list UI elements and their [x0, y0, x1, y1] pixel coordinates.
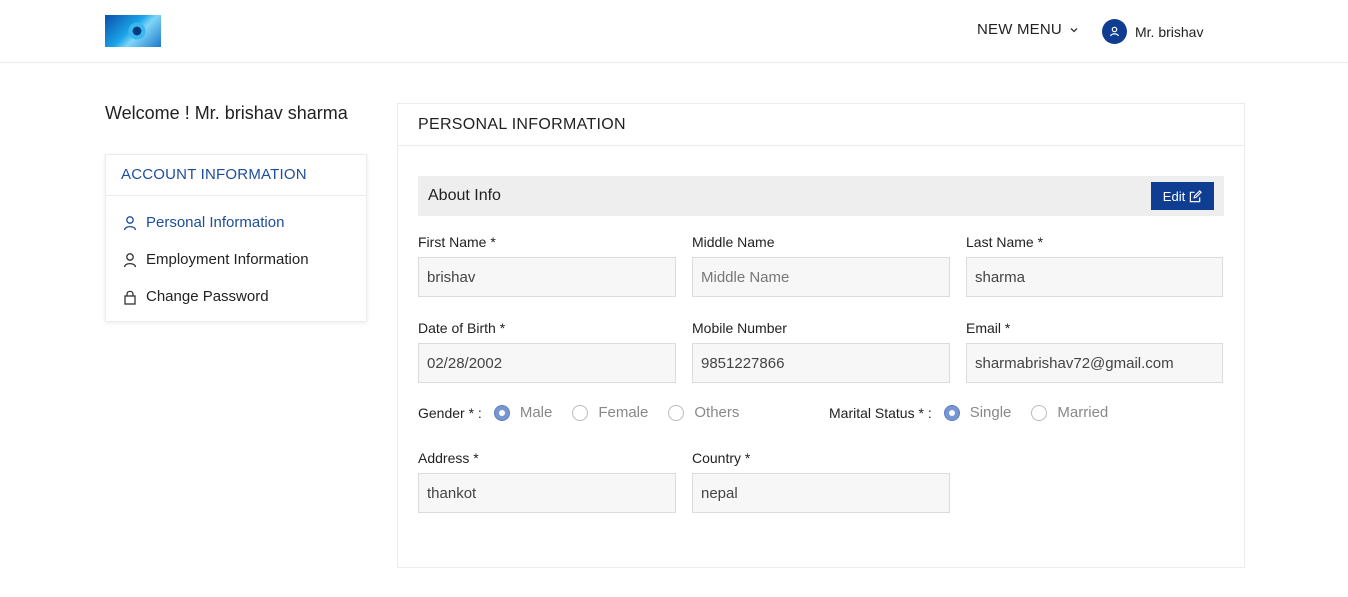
marital-option-label: Single: [969, 404, 1012, 421]
eye-logo[interactable]: [105, 15, 161, 47]
sidebar-item-employment-information[interactable]: Employment Information: [106, 241, 366, 278]
dob-field[interactable]: [418, 343, 676, 383]
avatar: [1102, 19, 1127, 44]
mobile-label: Mobile Number: [692, 320, 787, 336]
marital-status-group: Marital Status * : Single Married: [829, 404, 1128, 421]
gender-male-radio[interactable]: [493, 404, 510, 421]
user-icon: [1110, 26, 1119, 37]
marital-married-radio[interactable]: [1031, 404, 1048, 421]
edit-button-label: Edit: [1162, 188, 1186, 204]
user-icon: [123, 252, 137, 267]
address-label: Address *: [418, 450, 479, 466]
gender-label: Gender * :: [418, 404, 482, 421]
marital-single-radio[interactable]: [943, 404, 960, 421]
user-menu[interactable]: Mr. brishav: [1102, 19, 1203, 44]
edit-icon: [1189, 189, 1203, 202]
sidebar-item-change-password[interactable]: Change Password: [106, 278, 366, 315]
gender-option-label: Male: [519, 404, 553, 421]
account-menu: Personal Information Employment Informat…: [106, 196, 366, 315]
gender-option-label: Others: [694, 404, 740, 421]
email-field[interactable]: [966, 343, 1223, 383]
edit-button[interactable]: Edit: [1151, 182, 1214, 210]
country-field[interactable]: [692, 473, 950, 513]
chevron-down-icon: [1070, 27, 1078, 32]
email-label: Email *: [966, 320, 1011, 336]
first-name-label: First Name *: [418, 234, 496, 250]
last-name-field[interactable]: [966, 257, 1223, 297]
gender-female-radio[interactable]: [572, 404, 589, 421]
sidebar-item-label: Change Password: [146, 288, 269, 305]
dob-label: Date of Birth *: [418, 320, 506, 336]
about-info-title: About Info: [428, 187, 501, 204]
middle-name-field[interactable]: [692, 257, 950, 297]
new-menu-dropdown[interactable]: NEW MENU: [977, 21, 1080, 38]
address-field[interactable]: [418, 473, 676, 513]
top-navbar: NEW MENU Mr. brishav: [0, 0, 1348, 63]
gender-group: Gender * : Male Female Others: [418, 404, 759, 421]
about-info-bar: About Info Edit: [418, 176, 1224, 216]
account-information-title: ACCOUNT INFORMATION: [106, 155, 366, 196]
gender-others-radio[interactable]: [668, 404, 685, 421]
user-name: Mr. brishav: [1135, 23, 1204, 40]
marital-option-label: Married: [1057, 404, 1109, 421]
new-menu-label: NEW MENU: [977, 21, 1062, 38]
sidebar-item-label: Personal Information: [146, 214, 285, 231]
sidebar-item-label: Employment Information: [146, 251, 309, 268]
last-name-label: Last Name *: [966, 234, 1044, 250]
marital-status-label: Marital Status * :: [829, 404, 932, 421]
user-icon: [123, 215, 137, 230]
personal-information-card: PERSONAL INFORMATION About Info Edit Fir…: [397, 103, 1245, 568]
middle-name-label: Middle Name: [692, 234, 775, 250]
account-information-panel: ACCOUNT INFORMATION Personal Information…: [105, 154, 367, 322]
lock-icon: [124, 290, 136, 305]
card-title: PERSONAL INFORMATION: [398, 104, 1244, 146]
sidebar-item-personal-information[interactable]: Personal Information: [106, 204, 366, 241]
mobile-field[interactable]: [692, 343, 950, 383]
country-label: Country *: [692, 450, 751, 466]
gender-option-label: Female: [598, 404, 649, 421]
welcome-text: Welcome ! Mr. brishav sharma: [105, 103, 348, 123]
first-name-field[interactable]: [418, 257, 676, 297]
